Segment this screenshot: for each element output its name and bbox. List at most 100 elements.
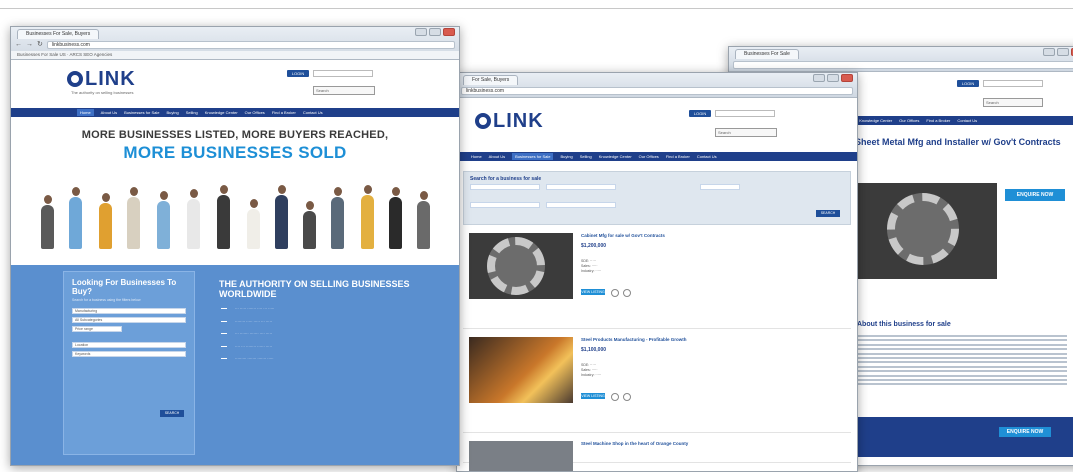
maximize-button[interactable] <box>1057 48 1069 56</box>
nav-item-about[interactable]: About Us <box>101 110 117 115</box>
nav-item[interactable]: Contact Us <box>697 154 717 159</box>
nav-item[interactable]: Home <box>471 154 482 159</box>
maximize-button[interactable] <box>429 28 441 36</box>
window-controls <box>415 28 455 36</box>
nav-item[interactable]: Knowledge Center <box>599 154 632 159</box>
search-panel-title: Looking For Businesses To Buy? <box>72 278 177 296</box>
search-input[interactable]: Search <box>983 98 1043 107</box>
address-bar[interactable]: linkbusiness.com <box>46 41 455 49</box>
browser-tab[interactable]: For Sale, Buyers <box>463 75 519 85</box>
tagline: The authority on selling businesses <box>71 90 134 95</box>
share-icon[interactable] <box>623 393 631 401</box>
forward-icon[interactable]: → <box>26 41 33 49</box>
nav-item[interactable]: About Us <box>489 154 505 159</box>
language-select[interactable] <box>715 110 775 117</box>
search-input[interactable]: Search <box>313 86 375 95</box>
category-select[interactable]: Manufacturing <box>72 308 186 314</box>
price-range-select[interactable]: Price range <box>72 326 122 332</box>
language-select[interactable] <box>983 80 1043 87</box>
hero-line-1: MORE BUSINESSES LISTED, MORE BUYERS REAC… <box>81 129 389 141</box>
nav-item[interactable]: Find a Broker <box>926 118 950 123</box>
listing-title[interactable]: Steel Machine Shop in the heart of Orang… <box>581 441 688 446</box>
nav-item[interactable]: Buying <box>560 154 572 159</box>
search-input[interactable]: Search <box>715 128 777 137</box>
subcategory-select[interactable] <box>546 184 616 190</box>
favorite-icon[interactable] <box>611 393 619 401</box>
nav-item[interactable]: Our Offices <box>899 118 919 123</box>
nav-item-businesses[interactable]: Businesses for Sale <box>124 110 159 115</box>
about-heading: About this business for sale <box>857 321 951 328</box>
back-icon[interactable]: ← <box>15 41 22 49</box>
nav-item[interactable]: Our Offices <box>639 154 659 159</box>
subcategory-select[interactable]: All Subcategories <box>72 317 186 323</box>
minimize-button[interactable] <box>415 28 427 36</box>
person-figure <box>275 185 288 249</box>
location-select[interactable] <box>470 202 540 208</box>
nav-item[interactable]: Selling <box>580 154 592 159</box>
logo[interactable]: LINK <box>475 111 544 131</box>
listing-card[interactable]: Cabinet Mfg for sale w/ Gov't Contracts … <box>463 225 851 329</box>
minimize-button[interactable] <box>1043 48 1055 56</box>
share-icon[interactable] <box>623 289 631 297</box>
frame-divider <box>0 8 1073 9</box>
keyword-input[interactable]: Keywords <box>72 351 186 357</box>
person-figure <box>331 187 344 249</box>
address-bar[interactable]: linkbusiness.com <box>461 87 853 95</box>
bookmarks-bar[interactable]: Businesses For Sale US · ARCS SEO Agenci… <box>11 51 459 59</box>
browser-chrome: Businesses For Sale <box>729 47 1073 72</box>
view-listing-button[interactable]: VIEW LISTING <box>581 289 605 295</box>
reload-icon[interactable]: ↻ <box>37 41 43 49</box>
search-button[interactable]: SEARCH <box>160 410 184 417</box>
listing-price: $1,200,000 <box>581 243 607 249</box>
keyword-input[interactable] <box>546 202 616 208</box>
enquire-button[interactable]: ENQUIRE NOW <box>1005 189 1065 201</box>
language-select[interactable] <box>313 70 373 77</box>
logo-ring-icon <box>67 71 83 87</box>
nav-item[interactable]: Contact Us <box>957 118 977 123</box>
nav-item-home[interactable]: Home <box>77 109 94 116</box>
address-bar[interactable] <box>733 61 1073 69</box>
listing-card[interactable]: Steel Products Manufacturing - Profitabl… <box>463 329 851 433</box>
login-button[interactable]: LOGIN <box>287 70 309 77</box>
person-figure <box>389 187 402 249</box>
nav-item-broker[interactable]: Find a Broker <box>272 110 296 115</box>
maximize-button[interactable] <box>827 74 839 82</box>
nav-item[interactable]: Businesses for Sale <box>512 153 554 160</box>
search-button[interactable]: SEARCH <box>816 210 840 217</box>
favorite-icon[interactable] <box>611 289 619 297</box>
view-listing-button[interactable]: VIEW LISTING <box>581 393 605 399</box>
logo[interactable]: LINK <box>67 68 136 90</box>
listing-price: $1,100,000 <box>581 347 607 353</box>
nav-item-knowledge[interactable]: Knowledge Center <box>205 110 238 115</box>
person-figure <box>157 191 170 249</box>
listing-card[interactable]: Steel Machine Shop in the heart of Orang… <box>463 433 851 471</box>
search-panel-subtitle: Search for a business using the filters … <box>72 298 141 302</box>
browser-tab[interactable]: Businesses For Sale, Buyers <box>17 29 100 39</box>
price-select[interactable] <box>700 184 740 190</box>
location-select[interactable]: Location <box>72 342 186 348</box>
nav-item[interactable]: Find a Broker <box>666 154 690 159</box>
close-button[interactable] <box>841 74 853 82</box>
search-panel: Looking For Businesses To Buy? Search fo… <box>63 271 195 455</box>
listing-title[interactable]: Cabinet Mfg for sale w/ Gov't Contracts <box>581 233 665 238</box>
person-figure <box>127 187 140 249</box>
nav-item-contact[interactable]: Contact Us <box>303 110 323 115</box>
minimize-button[interactable] <box>813 74 825 82</box>
enquire-footer-button[interactable]: ENQUIRE NOW <box>999 427 1051 437</box>
nav-item[interactable]: Knowledge Center <box>859 118 892 123</box>
browser-tab[interactable]: Businesses For Sale <box>735 49 799 59</box>
close-button[interactable] <box>443 28 455 36</box>
login-button[interactable]: LOGIN <box>957 80 979 87</box>
nav-item-offices[interactable]: Our Offices <box>245 110 265 115</box>
person-figure <box>247 199 260 249</box>
hero-line-2: MORE BUSINESSES SOLD <box>123 143 347 162</box>
nav-item-selling[interactable]: Selling <box>186 110 198 115</box>
listing-title[interactable]: Steel Products Manufacturing - Profitabl… <box>581 337 687 342</box>
login-button[interactable]: LOGIN <box>689 110 711 117</box>
logo-text: LINK <box>85 68 136 90</box>
bullet-item: ··· ······· ······· ···· ····· <box>219 332 419 337</box>
person-figure <box>99 193 112 249</box>
authority-bullets: ··· ····· ······· ···· ··· ····· ·······… <box>219 307 419 362</box>
category-select[interactable] <box>470 184 540 190</box>
nav-item-buying[interactable]: Buying <box>166 110 178 115</box>
